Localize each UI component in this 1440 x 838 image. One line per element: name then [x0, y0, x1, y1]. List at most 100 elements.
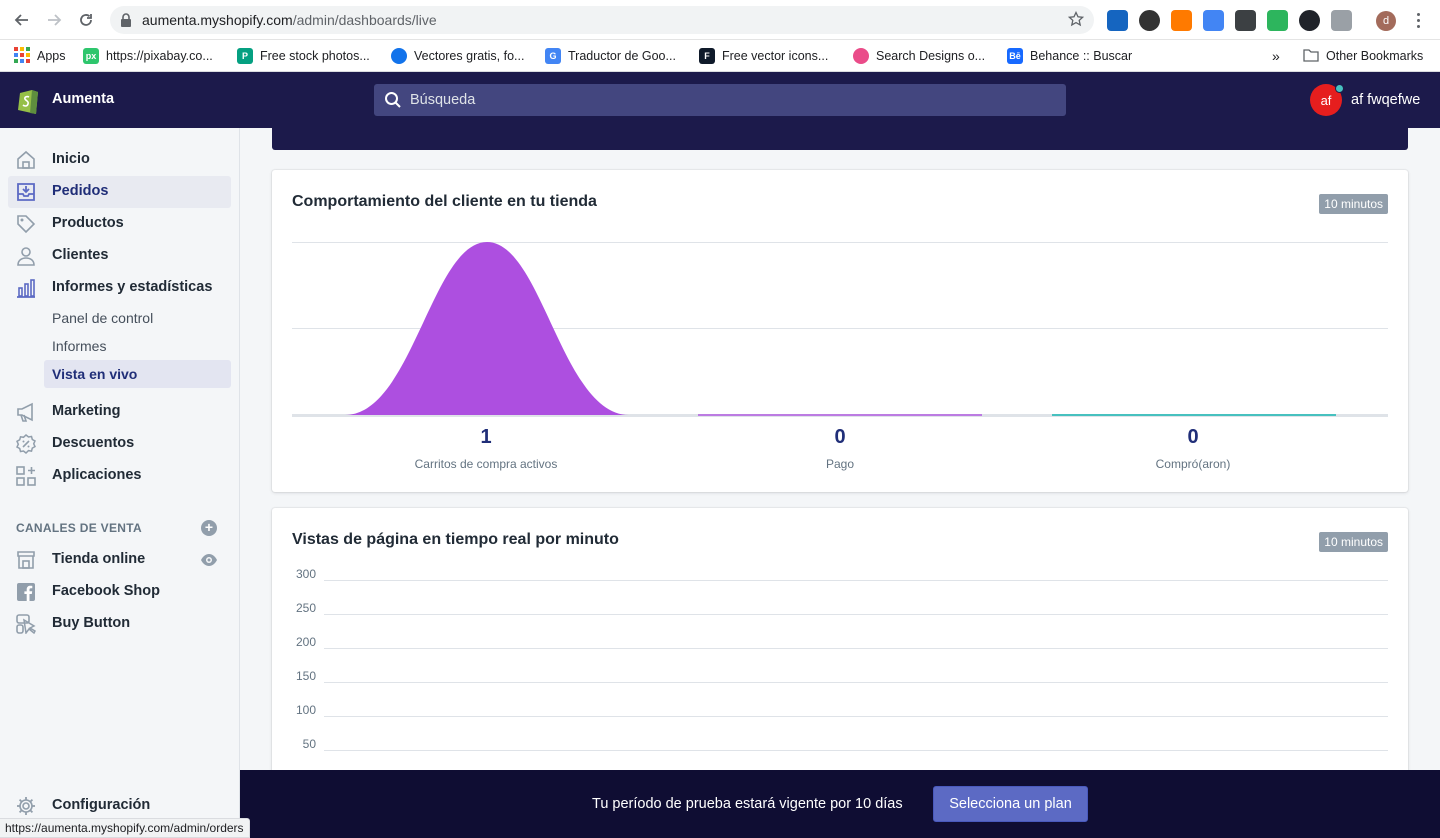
dribbble-icon — [853, 48, 869, 64]
discount-icon — [16, 434, 36, 454]
sidebar-item-buy-button[interactable]: Buy Button — [8, 608, 231, 640]
y-axis-tick: 150 — [295, 669, 316, 683]
user-name[interactable]: af fwqefwe — [1351, 92, 1420, 108]
extension-chart-icon[interactable] — [1171, 10, 1192, 31]
search-icon — [384, 91, 402, 114]
sidebar-item-label: Informes y estadísticas — [52, 279, 213, 295]
sidebar-subitem-label: Panel de control — [52, 310, 154, 326]
active-carts-value: 1 — [480, 426, 492, 448]
sidebar-item-informes-estadisticas[interactable]: Informes y estadísticas — [8, 272, 231, 304]
user-initials: af — [1320, 92, 1332, 108]
extension-shield-icon[interactable] — [1235, 10, 1256, 31]
bookmark-label: Free vector icons... — [722, 49, 829, 63]
gear-icon — [16, 796, 36, 816]
shopify-bag-icon[interactable] — [16, 85, 40, 115]
extension-s-icon[interactable] — [1107, 10, 1128, 31]
reload-icon[interactable] — [74, 8, 98, 32]
bookmark-dribbble[interactable]: Search Designs o... — [853, 46, 985, 66]
extension-puzzle-icon[interactable] — [1331, 10, 1352, 31]
store-icon — [16, 550, 36, 570]
y-axis-tick: 300 — [295, 567, 316, 581]
sidebar-item-productos[interactable]: Productos — [8, 208, 231, 240]
forward-icon[interactable] — [42, 8, 66, 32]
tag-icon — [16, 214, 36, 234]
sidebar-item-inicio[interactable]: Inicio — [8, 144, 231, 176]
store-name[interactable]: Aumenta — [52, 91, 114, 107]
address-bar[interactable]: aumenta.myshopify.com/admin/dashboards/l… — [110, 6, 1094, 34]
purchased-value: 0 — [1187, 426, 1199, 448]
extension-k-icon[interactable] — [1139, 10, 1160, 31]
react-devtools-icon[interactable] — [1299, 10, 1320, 31]
sidebar-item-label: Descuentos — [52, 435, 135, 451]
bookmark-star-icon[interactable] — [1067, 10, 1085, 32]
back-icon[interactable] — [10, 8, 34, 32]
pixabay-icon: px — [83, 48, 99, 64]
bookmark-behance[interactable]: Bē Behance :: Buscar — [1007, 46, 1132, 66]
extension-code-icon[interactable] — [1203, 10, 1224, 31]
folder-icon — [1303, 48, 1319, 65]
profile-avatar[interactable]: d — [1376, 11, 1396, 31]
purchased-label: Compró(aron) — [1155, 457, 1231, 471]
sidebar-item-pedidos[interactable]: Pedidos — [8, 176, 231, 208]
chart-gridline — [324, 716, 1388, 717]
extension-check-icon[interactable] — [1267, 10, 1288, 31]
bookmark-apps[interactable]: Apps — [14, 46, 66, 66]
sidebar-subitem-label: Vista en vivo — [52, 366, 138, 382]
payment-label: Pago — [825, 457, 855, 471]
bookmark-label: Apps — [37, 49, 66, 63]
chart-gridline — [324, 682, 1388, 683]
bookmark-pixabay[interactable]: px https://pixabay.co... — [83, 46, 213, 66]
sidebar: Inicio Pedidos Productos Clientes Inform… — [0, 128, 240, 838]
dashboard-banner — [272, 128, 1408, 150]
eye-icon[interactable] — [200, 553, 218, 572]
bookmark-flaticon[interactable]: F Free vector icons... — [699, 46, 828, 66]
sidebar-item-facebook-shop[interactable]: Facebook Shop — [8, 576, 231, 608]
chart-gridline — [324, 614, 1388, 615]
sidebar-item-clientes[interactable]: Clientes — [8, 240, 231, 272]
search-input[interactable] — [410, 84, 1050, 116]
sidebar-item-label: Tienda online — [52, 551, 146, 567]
select-plan-button[interactable]: Selecciona un plan — [933, 786, 1088, 822]
status-bar-url: https://aumenta.myshopify.com/admin/orde… — [0, 818, 250, 838]
bookmark-translate[interactable]: G Traductor de Goo... — [545, 46, 676, 66]
sidebar-item-descuentos[interactable]: Descuentos — [8, 428, 231, 460]
bookmark-label: Free stock photos... — [260, 49, 370, 63]
y-axis-tick: 250 — [295, 601, 316, 615]
sidebar-subitem-vista-en-vivo[interactable]: Vista en vivo — [44, 360, 231, 388]
url-text: aumenta.myshopify.com/admin/dashboards/l… — [142, 12, 437, 28]
sales-channels-heading: CANALES DE VENTA — [16, 521, 142, 535]
trial-banner: Tu período de prueba estará vigente por … — [240, 770, 1440, 838]
customer-behavior-card: Comportamiento del cliente en tu tienda … — [272, 170, 1408, 492]
sidebar-item-label: Inicio — [52, 151, 90, 167]
browser-menu-icon[interactable] — [1412, 10, 1424, 30]
sidebar-subitem-panel-de-control[interactable]: Panel de control — [44, 304, 231, 332]
sidebar-item-label: Buy Button — [52, 615, 131, 631]
search-bar[interactable] — [374, 84, 1066, 116]
behance-icon: Bē — [1007, 48, 1023, 64]
sidebar-item-label: Facebook Shop — [52, 583, 160, 599]
sidebar-item-marketing[interactable]: Marketing — [8, 396, 231, 428]
y-axis-tick: 100 — [295, 703, 316, 717]
realtime-pageviews-card: Vistas de página en tiempo real por minu… — [272, 508, 1408, 808]
lock-icon — [120, 13, 132, 32]
sidebar-item-label: Pedidos — [52, 183, 109, 199]
admin-topbar: Aumenta — [0, 72, 1440, 128]
profile-initial: d — [1382, 15, 1390, 27]
bookmark-pexels[interactable]: P Free stock photos... — [237, 46, 370, 66]
bookmarks-overflow-button[interactable]: » — [1272, 46, 1280, 66]
bookmark-label: Search Designs o... — [876, 49, 986, 63]
bookmark-label: Traductor de Goo... — [568, 49, 676, 63]
other-bookmarks[interactable]: Other Bookmarks — [1303, 46, 1423, 66]
google-translate-icon: G — [545, 48, 561, 64]
add-channel-icon[interactable]: + — [201, 520, 217, 536]
sidebar-item-label: Marketing — [52, 403, 121, 419]
sidebar-item-aplicaciones[interactable]: Aplicaciones — [8, 460, 231, 492]
analytics-icon — [16, 278, 36, 298]
bookmark-freepik[interactable]: Vectores gratis, fo... — [391, 46, 524, 66]
sidebar-subitem-informes[interactable]: Informes — [44, 332, 231, 360]
sidebar-item-tienda-online[interactable]: Tienda online — [8, 544, 231, 576]
y-axis-tick: 200 — [295, 635, 316, 649]
apps-icon — [16, 466, 36, 486]
apps-grid-icon — [14, 46, 30, 66]
funnel-purchased-bar — [1052, 414, 1336, 416]
